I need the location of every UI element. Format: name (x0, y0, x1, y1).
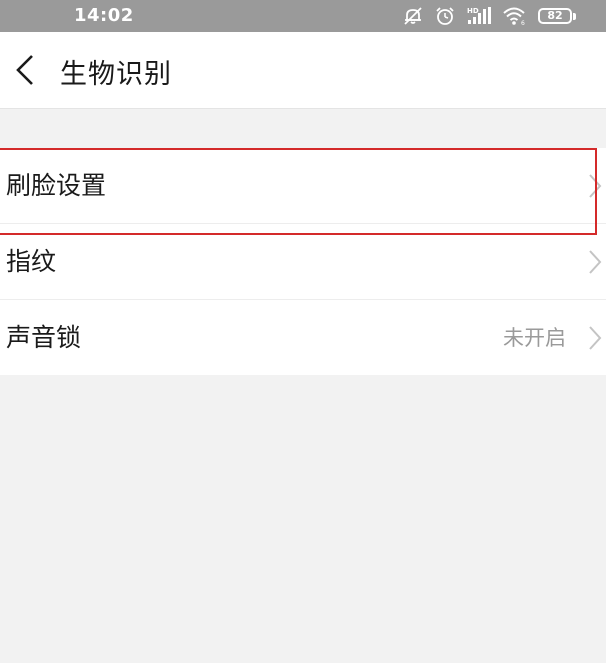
chevron-left-icon (6, 50, 46, 90)
settings-list: 刷脸设置 指纹 声音锁 未开启 (0, 148, 606, 375)
mute-icon (402, 6, 424, 26)
page-title: 生物识别 (60, 59, 172, 90)
alarm-icon (434, 6, 456, 26)
list-item-label: 声音锁 (6, 323, 82, 352)
status-icons: HD 6 82 (402, 4, 576, 28)
svg-text:6: 6 (521, 20, 525, 26)
app-header: 生物识别 (0, 32, 606, 109)
status-time: 14:02 (74, 5, 134, 26)
list-item-label: 刷脸设置 (6, 171, 107, 200)
signal-hd-icon: HD (466, 6, 492, 26)
list-item-label: 指纹 (6, 247, 57, 276)
list-item-voice-lock[interactable]: 声音锁 未开启 (0, 299, 606, 375)
chevron-right-icon (587, 325, 603, 351)
list-item-value: 未开启 (503, 326, 566, 350)
list-item-face-settings[interactable]: 刷脸设置 (0, 148, 606, 223)
svg-text:HD: HD (467, 7, 479, 15)
chevron-right-icon (587, 173, 603, 199)
wifi-icon: 6 (502, 6, 528, 26)
status-bar: 14:02 HD 6 82 (0, 0, 606, 32)
chevron-right-icon (587, 249, 603, 275)
battery-level: 82 (538, 8, 572, 24)
back-button[interactable] (6, 50, 46, 90)
list-item-fingerprint[interactable]: 指纹 (0, 223, 606, 299)
battery-icon: 82 (538, 8, 576, 24)
